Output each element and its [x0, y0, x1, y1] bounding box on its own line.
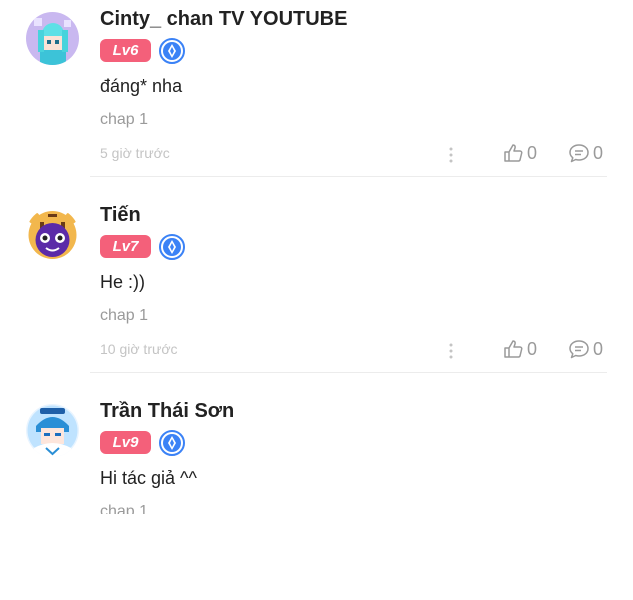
comment-list: Cinty_ chan TV YOUTUBE Lv6 đáng* nha cha… — [0, 0, 633, 514]
like-button[interactable]: 0 — [502, 142, 537, 164]
avatar[interactable] — [26, 208, 79, 261]
divider — [90, 372, 607, 373]
reply-count: 0 — [593, 142, 604, 163]
level-badge: Lv9 — [100, 431, 151, 454]
more-options-icon[interactable] — [446, 146, 456, 164]
timestamp: 5 giờ trước — [100, 145, 170, 161]
rank-badge-icon — [159, 38, 185, 64]
thumbs-up-icon — [504, 144, 523, 162]
chapter-link[interactable]: chap 1 — [100, 111, 148, 129]
rank-badge-icon — [159, 430, 185, 456]
tiger-mascot-avatar-icon — [26, 208, 79, 261]
rank-badge-icon — [159, 234, 185, 260]
reply-button[interactable]: 0 — [568, 338, 603, 360]
reply-button[interactable]: 0 — [568, 142, 603, 164]
comment-item: Cinty_ chan TV YOUTUBE Lv6 đáng* nha cha… — [0, 0, 633, 196]
anime-boy-avatar-icon — [26, 404, 79, 457]
comment-item: Tiến Lv7 He :)) chap 1 10 giờ trước 0 0 — [0, 196, 633, 392]
comment-item: Trần Thái Sơn Lv9 Hi tác giả ^^ chap 1 — [0, 392, 633, 514]
level-badge: Lv6 — [100, 39, 151, 62]
anime-character-avatar-icon — [26, 12, 79, 65]
username[interactable]: Cinty_ chan TV YOUTUBE — [100, 8, 347, 31]
like-count: 0 — [527, 142, 538, 163]
comment-bubble-icon — [569, 340, 589, 359]
more-options-icon[interactable] — [446, 342, 456, 360]
thumbs-up-icon — [504, 340, 523, 358]
chapter-link[interactable]: chap 1 — [100, 503, 148, 514]
blank-area — [0, 514, 633, 600]
timestamp: 10 giờ trước — [100, 341, 178, 357]
comment-text: Hi tác giả ^^ — [100, 468, 197, 488]
reply-count: 0 — [593, 338, 604, 359]
divider — [90, 176, 607, 177]
username[interactable]: Tiến — [100, 204, 141, 227]
avatar[interactable] — [26, 12, 79, 65]
like-count: 0 — [527, 338, 538, 359]
avatar[interactable] — [26, 404, 79, 457]
comment-text: He :)) — [100, 272, 145, 292]
comment-bubble-icon — [569, 144, 589, 163]
chapter-link[interactable]: chap 1 — [100, 307, 148, 325]
like-button[interactable]: 0 — [502, 338, 537, 360]
username[interactable]: Trần Thái Sơn — [100, 400, 234, 423]
level-badge: Lv7 — [100, 235, 151, 258]
comment-text: đáng* nha — [100, 76, 183, 96]
